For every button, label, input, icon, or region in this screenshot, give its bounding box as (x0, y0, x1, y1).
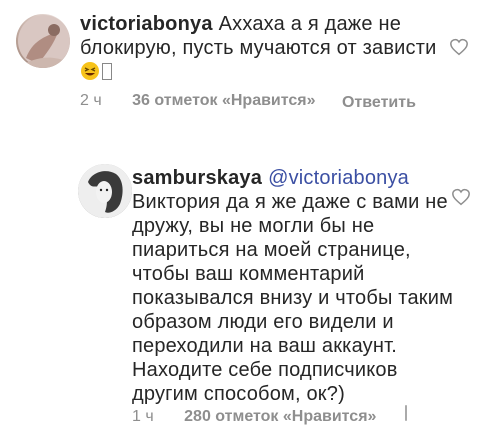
grinning-squinting-face-icon (80, 61, 100, 81)
comment-text: victoriabonya Аххаха а я даже не блокирую… (80, 12, 452, 84)
reply-button[interactable]: Ответить (342, 92, 416, 114)
likes-count[interactable]: 36 отметок «Нравится» (132, 92, 315, 109)
comment-meta: 1 ч 280 отметок «Нравится» (132, 405, 462, 426)
comment-time: 1 ч (132, 408, 154, 425)
mention-link[interactable]: @victoriabonya (268, 167, 409, 189)
avatar[interactable] (78, 164, 132, 218)
comment-username[interactable]: samburskaya (132, 167, 262, 189)
comment-text: samburskaya @victoriabonya Виктория да я … (132, 166, 454, 406)
avatar-image (18, 15, 70, 68)
likes-count[interactable]: 280 отметок «Нравится» (184, 408, 376, 425)
truncated-reply-indicator[interactable] (404, 405, 407, 421)
comment-time: 2 ч (80, 92, 102, 109)
avatar-image (78, 164, 132, 218)
like-heart-icon[interactable] (451, 188, 471, 206)
comment-username[interactable]: victoriabonya (80, 13, 213, 35)
like-heart-icon[interactable] (449, 38, 469, 56)
missing-glyph-box (102, 63, 112, 80)
comment-meta: 2 ч 36 отметок «Нравится» Ответить (80, 92, 460, 114)
comment-body: Виктория да я же даже с вами не дружу, в… (132, 191, 454, 405)
avatar[interactable] (16, 14, 70, 68)
